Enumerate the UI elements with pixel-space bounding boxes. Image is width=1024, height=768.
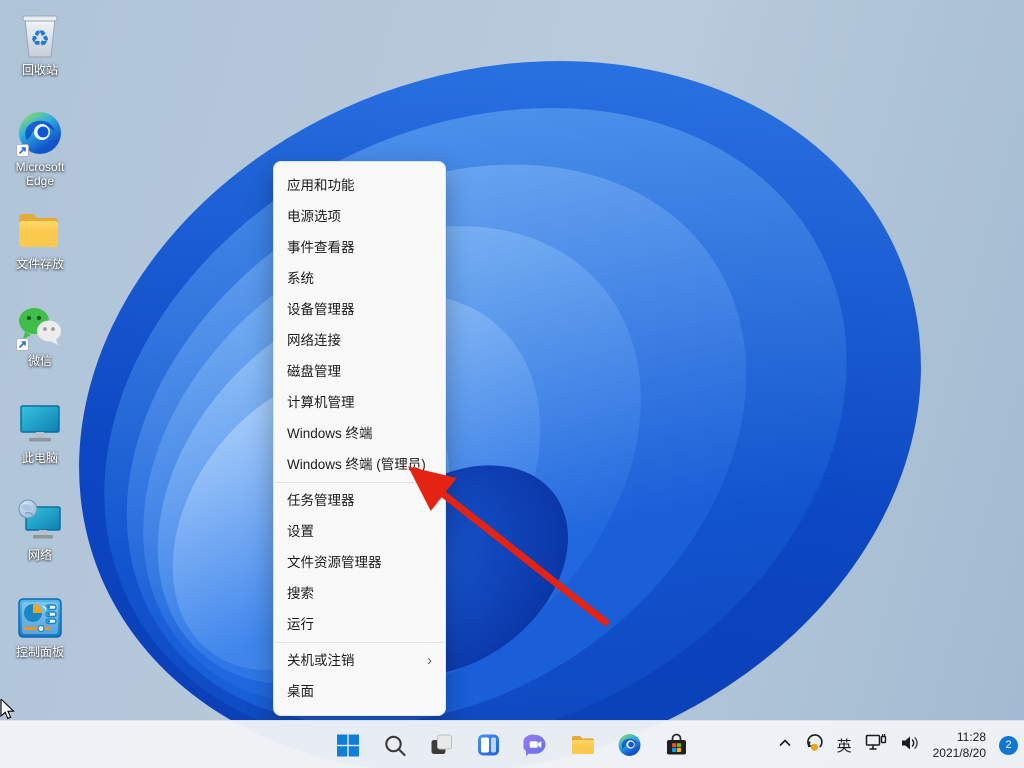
chat-icon	[523, 734, 546, 757]
menu-separator	[275, 642, 444, 643]
file-explorer-button[interactable]	[570, 732, 596, 758]
task-view-button[interactable]	[429, 732, 455, 758]
menu-item-desktop[interactable]: 桌面	[274, 676, 445, 707]
clock-time: 11:28	[956, 729, 986, 744]
desktop-icon-control-panel[interactable]: 控制面板	[2, 588, 78, 685]
menu-item-shutdown-signout[interactable]: 关机或注销 ›	[274, 645, 445, 676]
taskbar-center-buttons	[335, 721, 690, 768]
menu-item-apps-features[interactable]: 应用和功能	[274, 170, 445, 201]
menu-item-system[interactable]: 系统	[274, 263, 445, 294]
desktop-icon-recycle-bin[interactable]: ♻ 回收站	[2, 6, 78, 103]
menu-separator	[275, 482, 444, 483]
svg-text:♻: ♻	[30, 26, 50, 51]
desktop-icon-label: Microsoft Edge	[15, 160, 65, 188]
search-icon	[384, 735, 406, 756]
notification-badge[interactable]: 2	[999, 735, 1018, 755]
desktop-icon-label: 此电脑	[21, 451, 58, 465]
store-button[interactable]	[664, 732, 690, 758]
task-view-icon	[431, 734, 452, 754]
chevron-up-icon	[779, 739, 790, 746]
edge-icon	[15, 108, 65, 158]
widgets-icon	[478, 734, 499, 756]
taskbar-clock[interactable]: 11:28 2021/8/20	[933, 729, 986, 761]
file-explorer-icon	[571, 736, 594, 754]
menu-item-windows-terminal-admin[interactable]: Windows 终端 (管理员)	[274, 449, 445, 480]
network-tray-icon[interactable]	[865, 733, 887, 757]
desktop-icon-file-storage[interactable]: 文件存放	[2, 200, 78, 297]
folder-icon	[15, 205, 65, 255]
chat-button[interactable]	[523, 732, 549, 758]
desktop-icon-label: 网络	[27, 548, 52, 562]
widgets-button[interactable]	[476, 732, 502, 758]
menu-item-file-explorer[interactable]: 文件资源管理器	[274, 547, 445, 578]
desktop-icon-label: 文件存放	[15, 257, 64, 271]
desktop-icon-microsoft-edge[interactable]: Microsoft Edge	[2, 103, 78, 200]
system-tray: 英 11:28 2021/8/20 2	[778, 721, 1018, 768]
menu-item-network-connections[interactable]: 网络连接	[274, 325, 445, 356]
windows-logo-icon	[336, 734, 359, 756]
shortcut-arrow-icon	[16, 144, 29, 157]
control-panel-icon	[15, 593, 65, 643]
desktop-icon-wechat[interactable]: 微信	[2, 297, 78, 394]
start-button[interactable]	[335, 732, 361, 758]
edge-button[interactable]	[617, 732, 643, 758]
wechat-icon	[15, 302, 65, 352]
sync-update-tray-icon[interactable]	[805, 733, 824, 757]
shortcut-arrow-icon	[16, 338, 29, 351]
microsoft-store-icon	[667, 733, 686, 755]
desktop-icon-network[interactable]: 网络	[2, 491, 78, 588]
recycle-bin-icon: ♻	[15, 11, 65, 61]
menu-item-power-options[interactable]: 电源选项	[274, 201, 445, 232]
desktop-icon-label: 控制面板	[15, 645, 64, 659]
desktop-icon-label: 微信	[27, 354, 52, 368]
menu-item-settings[interactable]: 设置	[274, 516, 445, 547]
menu-item-event-viewer[interactable]: 事件查看器	[274, 232, 445, 263]
search-button[interactable]	[382, 732, 408, 758]
menu-item-task-manager[interactable]: 任务管理器	[274, 485, 445, 516]
hidden-icons-chevron[interactable]	[778, 736, 792, 754]
desktop-icon-this-pc[interactable]: 此电脑	[2, 394, 78, 491]
winx-context-menu: 应用和功能 电源选项 事件查看器 系统 设备管理器 网络连接 磁盘管理 计算机管…	[273, 161, 446, 716]
desktop-wallpaper	[0, 0, 1024, 768]
menu-item-search[interactable]: 搜索	[274, 578, 445, 609]
menu-item-disk-management[interactable]: 磁盘管理	[274, 356, 445, 387]
menu-item-computer-management[interactable]: 计算机管理	[274, 387, 445, 418]
menu-item-run[interactable]: 运行	[274, 609, 445, 640]
monitor-icon	[15, 399, 65, 449]
submenu-chevron-icon: ›	[427, 652, 432, 669]
menu-item-windows-terminal[interactable]: Windows 终端	[274, 418, 445, 449]
volume-tray-icon[interactable]	[900, 734, 920, 757]
desktop-icon-column: ♻ 回收站 Microsoft Edge 文件存放 微信 此电脑 网络 控制面板	[2, 6, 78, 685]
desktop-icon-label: 回收站	[21, 63, 58, 77]
ime-language-indicator[interactable]: 英	[837, 735, 852, 756]
network-icon	[15, 496, 65, 546]
menu-item-device-manager[interactable]: 设备管理器	[274, 294, 445, 325]
taskbar: 英 11:28 2021/8/20 2	[0, 720, 1024, 768]
edge-icon	[618, 734, 641, 756]
clock-date: 2021/8/20	[932, 746, 986, 760]
